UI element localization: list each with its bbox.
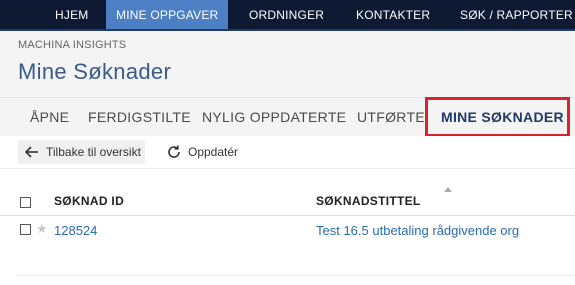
star-icon[interactable]: ★ — [36, 222, 48, 236]
refresh-label: Oppdatér — [188, 145, 239, 159]
page-title: Mine Søknader — [18, 59, 172, 84]
tab-nylig-oppdaterte[interactable]: NYLIG OPPDATERTE — [202, 98, 346, 136]
back-to-overview-label: Tilbake til oversikt — [46, 145, 141, 159]
refresh-icon — [166, 144, 182, 160]
toolbar: Tilbake til oversikt Oppdatér — [0, 136, 575, 169]
nav-item-hjem[interactable]: HJEM — [55, 0, 88, 31]
tab-ferdigstilte[interactable]: FERDIGSTILTE — [88, 98, 191, 136]
nav-item-sok-rapporter[interactable]: SØK / RAPPORTER — [460, 0, 573, 31]
row-divider — [18, 275, 575, 276]
column-header-soknadstittel[interactable]: SØKNADSTITTEL — [316, 194, 421, 208]
tab-utforte[interactable]: UTFØRTE — [357, 98, 425, 136]
page: HJEM MINE OPPGAVER ORDNINGER KONTAKTER S… — [0, 0, 575, 285]
soknad-title-link[interactable]: Test 16.5 utbetaling rådgivende org — [316, 223, 519, 238]
tab-mine-soknader[interactable]: MINE SØKNADER — [441, 98, 564, 136]
column-header-soknad-id[interactable]: SØKNAD ID — [54, 194, 124, 208]
select-all-checkbox[interactable] — [20, 197, 31, 208]
refresh-button[interactable]: Oppdatér — [166, 140, 238, 164]
page-header: MACHINA INSIGHTS Mine Søknader — [0, 31, 575, 97]
sort-ascending-icon[interactable] — [444, 187, 452, 192]
nav-item-kontakter[interactable]: KONTAKTER — [356, 0, 430, 31]
back-to-overview-button[interactable]: Tilbake til oversikt — [18, 140, 145, 164]
tab-apne[interactable]: ÅPNE — [30, 98, 69, 136]
nav-item-mine-oppgaver[interactable]: MINE OPPGAVER — [106, 0, 229, 31]
row-checkbox[interactable] — [20, 224, 31, 235]
table-row: ★ 128524 Test 16.5 utbetaling rådgivende… — [0, 216, 575, 246]
tab-bar: ÅPNE FERDIGSTILTE NYLIG OPPDATERTE UTFØR… — [0, 97, 575, 136]
top-navigation-bar: HJEM MINE OPPGAVER ORDNINGER KONTAKTER S… — [0, 0, 575, 31]
nav-item-ordninger[interactable]: ORDNINGER — [249, 0, 324, 31]
app-name: MACHINA INSIGHTS — [18, 39, 127, 51]
soknad-id-link[interactable]: 128524 — [54, 223, 97, 238]
arrow-left-icon — [24, 144, 40, 160]
table-header: SØKNAD ID SØKNADSTITTEL — [0, 183, 575, 216]
